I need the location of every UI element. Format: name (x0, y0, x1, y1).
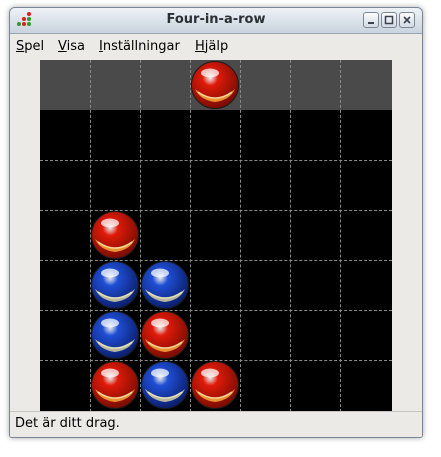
minimize-button[interactable] (363, 12, 379, 28)
piece-blue (140, 260, 190, 310)
piece-red (90, 360, 140, 410)
maximize-icon (384, 15, 394, 25)
menu-installningar[interactable]: Inställningar (99, 39, 180, 54)
piece-blue (90, 260, 140, 310)
piece-red (90, 210, 140, 260)
menu-hjalp[interactable]: Hjälp (195, 39, 228, 54)
grid-line-horizontal (40, 160, 392, 161)
menu-visa[interactable]: Visa (58, 39, 85, 54)
window-title: Four-in-a-row (166, 12, 266, 27)
app-window: Four-in-a-row Spel Visa Inställningar Hj… (9, 7, 423, 438)
close-button[interactable] (399, 12, 415, 28)
drop-row-piece-red (190, 60, 240, 110)
status-text: Det är ditt drag. (15, 416, 120, 431)
status-bar: Det är ditt drag. (10, 411, 422, 437)
piece-red (190, 360, 240, 410)
menu-spel[interactable]: Spel (16, 39, 44, 54)
title-bar[interactable]: Four-in-a-row (10, 8, 422, 34)
piece-blue (90, 310, 140, 360)
minimize-icon (368, 22, 374, 24)
piece-red (140, 310, 190, 360)
menu-bar: Spel Visa Inställningar Hjälp (10, 34, 422, 58)
piece-blue (140, 360, 190, 410)
maximize-button[interactable] (381, 12, 397, 28)
close-icon (403, 16, 411, 24)
board-frame (14, 60, 416, 412)
game-board[interactable] (40, 60, 392, 412)
